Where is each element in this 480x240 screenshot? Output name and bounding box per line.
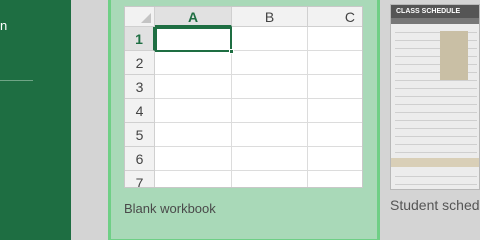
student-schedule-caption: Student sched bbox=[390, 197, 480, 213]
schedule-preview-class-block bbox=[440, 31, 468, 80]
blank-workbook-preview: A B C 1 2 3 4 5 6 7 bbox=[124, 6, 363, 188]
schedule-preview-title: CLASS SCHEDULE bbox=[391, 5, 479, 18]
row-header-1: 1 bbox=[125, 27, 155, 51]
row-header-3: 3 bbox=[125, 75, 155, 99]
student-schedule-template[interactable]: CLASS SCHEDULE bbox=[390, 4, 480, 190]
column-header-b: B bbox=[232, 7, 308, 27]
blank-workbook-template[interactable]: A B C 1 2 3 4 5 6 7 Blank workbook bbox=[108, 0, 380, 240]
row-header-6: 6 bbox=[125, 147, 155, 171]
schedule-preview-header-row bbox=[391, 18, 479, 24]
backstage-sidebar: n bbox=[0, 0, 71, 240]
row-header-5: 5 bbox=[125, 123, 155, 147]
row-header-7: 7 bbox=[125, 171, 155, 187]
row-header-4: 4 bbox=[125, 99, 155, 123]
column-header-c: C bbox=[308, 7, 362, 27]
fill-handle bbox=[229, 49, 234, 54]
sidebar-item-label[interactable]: n bbox=[0, 18, 7, 33]
select-all-triangle-icon bbox=[141, 13, 151, 23]
sidebar-divider bbox=[0, 80, 33, 81]
column-header-a: A bbox=[155, 7, 232, 27]
schedule-preview-highlight-band bbox=[391, 158, 479, 167]
select-all-corner bbox=[125, 7, 155, 27]
blank-workbook-caption: Blank workbook bbox=[124, 201, 216, 216]
row-header-2: 2 bbox=[125, 51, 155, 75]
active-cell-a1 bbox=[155, 27, 234, 54]
